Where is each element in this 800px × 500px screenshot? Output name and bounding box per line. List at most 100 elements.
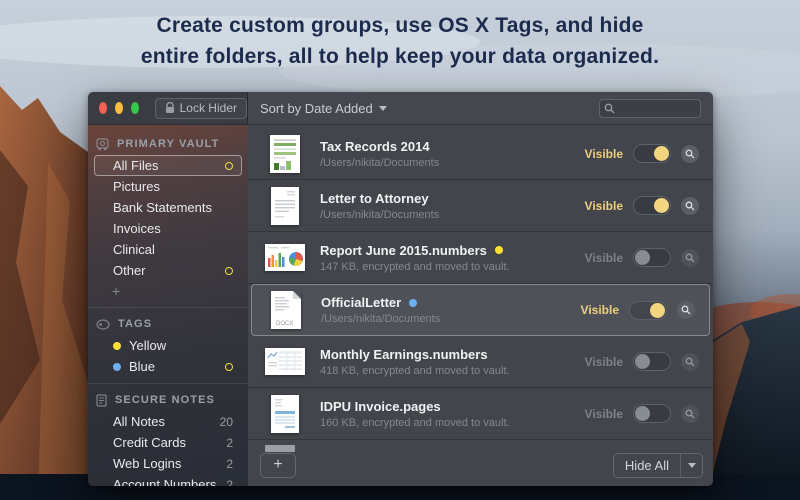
quicklook-button[interactable] <box>677 301 695 319</box>
item-count-badge: 20 <box>220 415 233 429</box>
search-icon <box>604 103 615 114</box>
file-subtitle: /Users/nikita/Documents <box>321 313 440 325</box>
visibility-toggle[interactable] <box>633 144 671 163</box>
minimize-window-button[interactable] <box>115 102 123 114</box>
hide-all-button[interactable]: Hide All <box>614 454 680 477</box>
sidebar-item-web-logins[interactable]: Web Logins 2 <box>94 453 242 474</box>
add-group-button[interactable]: + <box>94 281 242 301</box>
magnifier-icon <box>685 201 695 211</box>
visible-ring-icon <box>225 363 233 371</box>
visible-label: Visible <box>585 355 623 369</box>
hide-all-menu-button[interactable] <box>680 454 702 477</box>
file-thumbnail <box>262 348 308 375</box>
magnifier-icon <box>685 149 695 159</box>
quicklook-button[interactable] <box>681 249 699 267</box>
sidebar: PRIMARY VAULT All Files Pictures Bank St… <box>88 125 248 486</box>
close-window-button[interactable] <box>99 102 107 114</box>
visibility-toggle[interactable] <box>633 196 671 215</box>
tags-title: TAGS <box>118 318 152 330</box>
file-meta: IDPU Invoice.pages 160 KB, encrypted and… <box>320 399 510 429</box>
magnifier-icon <box>685 357 695 367</box>
primary-vault-title: PRIMARY VAULT <box>117 138 220 150</box>
file-title: OfficialLetter <box>321 295 401 310</box>
file-meta: Tax Records 2014 /Users/nikita/Documents <box>320 139 439 169</box>
file-row-official-letter[interactable]: DOCX OfficialLetter /Users/nikita/Docume… <box>251 284 710 336</box>
titlebar-content-section: Sort by Date Added <box>248 92 713 125</box>
file-meta: Report June 2015.numbers 147 KB, encrypt… <box>320 243 511 273</box>
file-subtitle: /Users/nikita/Documents <box>320 157 439 169</box>
quicklook-button[interactable] <box>681 197 699 215</box>
sidebar-item-label: Invoices <box>113 221 161 236</box>
sidebar-item-account-numbers[interactable]: Account Numbers 2 <box>94 474 242 486</box>
sidebar-item-all-notes[interactable]: All Notes 20 <box>94 411 242 432</box>
visible-label: Visible <box>585 147 623 161</box>
toggle-knob <box>635 250 650 265</box>
footer-bar: + Hide All <box>260 452 703 478</box>
toggle-knob <box>650 303 665 318</box>
search-input[interactable] <box>615 100 696 116</box>
hide-all-split-button[interactable]: Hide All <box>613 453 703 478</box>
file-list-pane: Tax Records 2014 /Users/nikita/Documents… <box>248 125 713 486</box>
zoom-window-button[interactable] <box>131 102 139 114</box>
toggle-knob <box>654 146 669 161</box>
screenshot-stage: Create custom groups, use OS X Tags, and… <box>0 0 800 500</box>
partially-visible-row-thumbnail <box>265 445 295 452</box>
add-file-button[interactable]: + <box>260 453 296 478</box>
plus-icon: + <box>273 456 282 474</box>
file-subtitle: 147 KB, encrypted and moved to vault. <box>320 261 511 273</box>
file-thumbnail <box>262 395 308 433</box>
headline-line1: Create custom groups, use OS X Tags, and… <box>0 10 800 41</box>
sidebar-item-bank-statements[interactable]: Bank Statements <box>94 197 242 218</box>
file-row-idpu-invoice[interactable]: IDPU Invoice.pages 160 KB, encrypted and… <box>248 388 713 440</box>
visibility-toggle[interactable] <box>629 301 667 320</box>
file-thumbnail <box>262 135 308 173</box>
file-thumbnail: DOCX <box>263 291 309 329</box>
note-icon <box>96 394 107 407</box>
sidebar-item-invoices[interactable]: Invoices <box>94 218 242 239</box>
headline-line2: entire folders, all to help keep your da… <box>0 41 800 72</box>
chevron-down-icon <box>379 106 387 111</box>
quicklook-button[interactable] <box>681 145 699 163</box>
sidebar-item-tag-blue[interactable]: Blue <box>94 356 242 377</box>
file-meta: Monthly Earnings.numbers 418 KB, encrypt… <box>320 347 510 377</box>
file-subtitle: 418 KB, encrypted and moved to vault. <box>320 365 510 377</box>
file-title: Tax Records 2014 <box>320 139 430 154</box>
file-meta: Letter to Attorney /Users/nikita/Documen… <box>320 191 439 221</box>
chevron-down-icon <box>688 463 696 468</box>
visibility-toggle[interactable] <box>633 404 671 423</box>
sidebar-item-all-files[interactable]: All Files <box>94 155 242 176</box>
sidebar-divider <box>88 383 248 384</box>
item-count-badge: 2 <box>226 478 233 487</box>
file-row-report-june[interactable]: Report June 2015.numbers 147 KB, encrypt… <box>248 232 713 284</box>
sidebar-item-credit-cards[interactable]: Credit Cards 2 <box>94 432 242 453</box>
vault-icon <box>96 138 109 151</box>
visibility-toggle[interactable] <box>633 352 671 371</box>
visible-label: Visible <box>581 303 619 317</box>
row-controls: Visible <box>585 404 703 423</box>
file-row-letter-attorney[interactable]: Letter to Attorney /Users/nikita/Documen… <box>248 180 713 232</box>
sidebar-item-other[interactable]: Other <box>94 260 242 281</box>
lock-hider-button[interactable]: Lock Hider <box>155 98 247 119</box>
file-title: Report June 2015.numbers <box>320 243 487 258</box>
tags-header: TAGS <box>88 313 248 335</box>
file-row-tax-records[interactable]: Tax Records 2014 /Users/nikita/Documents… <box>248 128 713 180</box>
blue-tag-dot <box>113 363 121 371</box>
sort-label: Sort by Date Added <box>260 101 373 116</box>
sidebar-item-tag-yellow[interactable]: Yellow <box>94 335 242 356</box>
svg-text:DOCX: DOCX <box>276 321 293 327</box>
sidebar-item-pictures[interactable]: Pictures <box>94 176 242 197</box>
sort-dropdown[interactable]: Sort by Date Added <box>260 101 387 116</box>
magnifier-icon <box>685 409 695 419</box>
sidebar-item-label: Bank Statements <box>113 200 212 215</box>
visibility-toggle[interactable] <box>633 248 671 267</box>
file-row-monthly-earnings[interactable]: Monthly Earnings.numbers 418 KB, encrypt… <box>248 336 713 388</box>
quicklook-button[interactable] <box>681 353 699 371</box>
sidebar-item-label: Credit Cards <box>113 435 186 450</box>
quicklook-button[interactable] <box>681 405 699 423</box>
search-field[interactable] <box>599 99 701 118</box>
magnifier-icon <box>681 305 691 315</box>
sidebar-item-clinical[interactable]: Clinical <box>94 239 242 260</box>
secure-notes-header: SECURE NOTES <box>88 389 248 411</box>
file-thumbnail <box>262 244 308 271</box>
titlebar-sidebar-section: Lock Hider <box>88 92 248 125</box>
